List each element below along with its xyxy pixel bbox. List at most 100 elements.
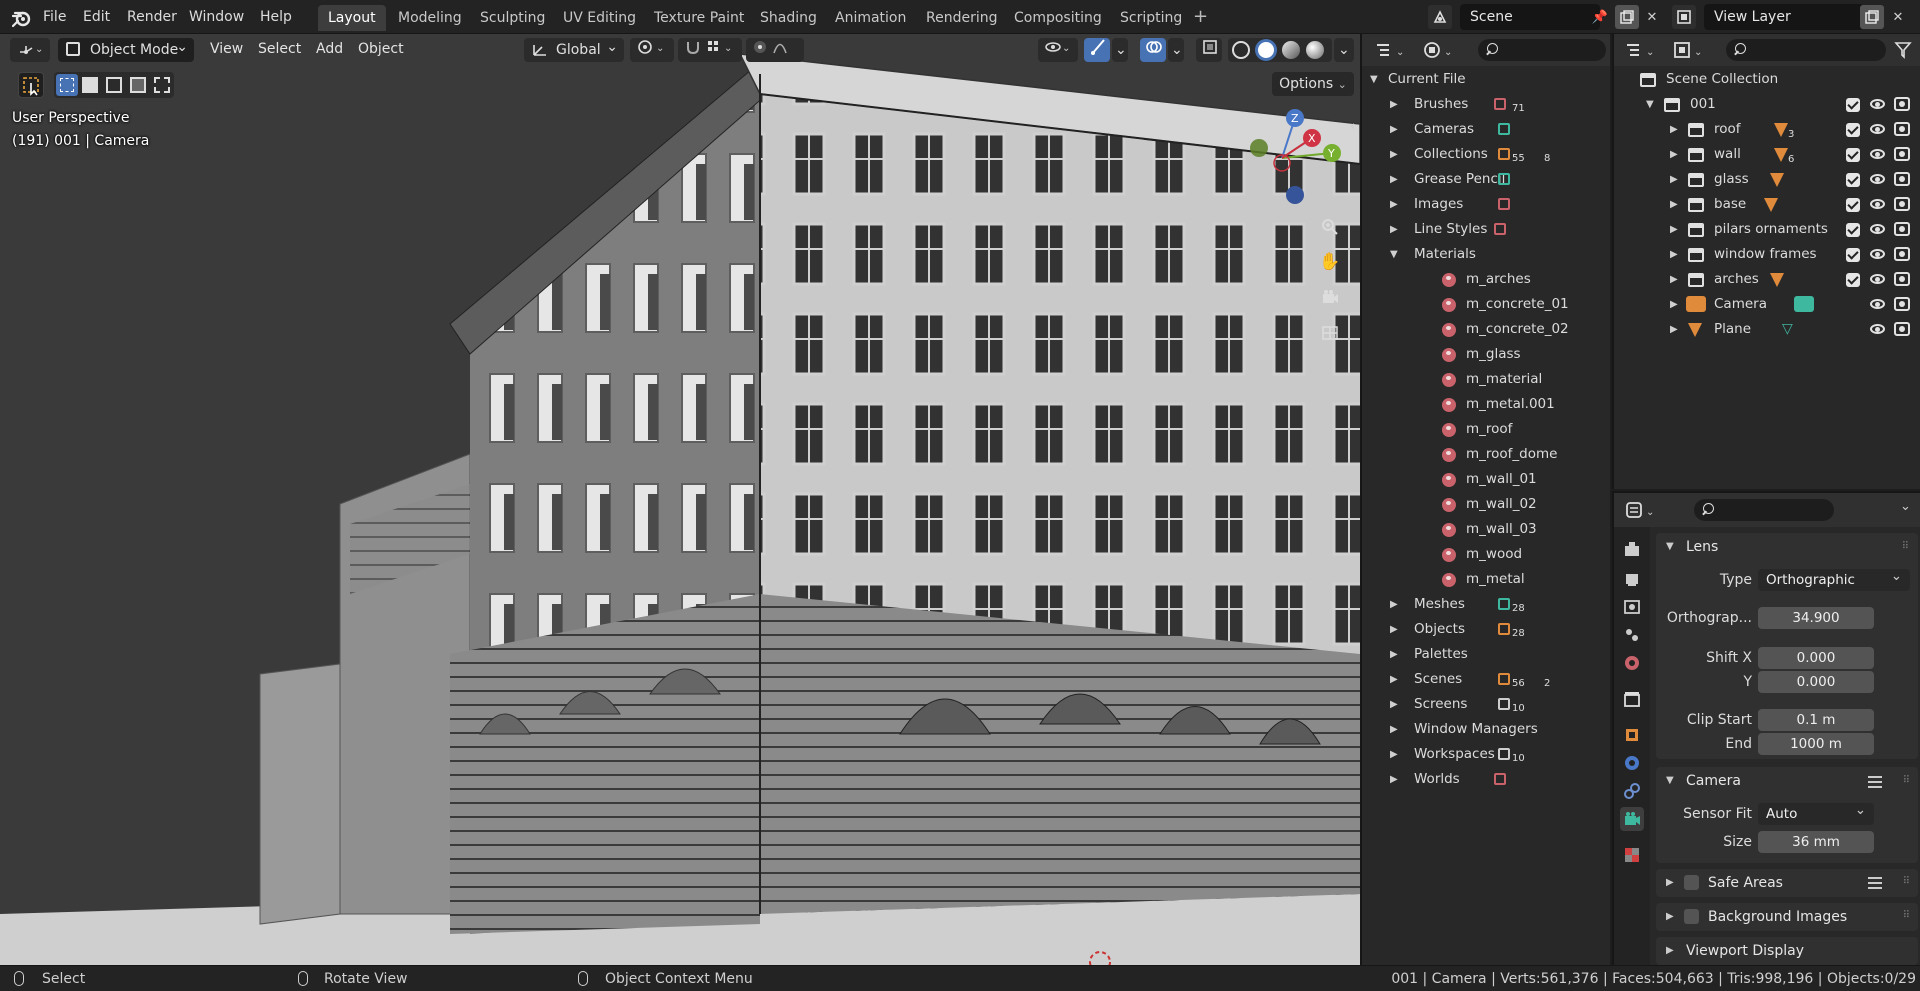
collection-tab-icon[interactable] bbox=[1620, 687, 1644, 711]
menu-edit[interactable]: Edit bbox=[83, 0, 110, 34]
tree-row-line-styles[interactable]: ▶ Line Styles bbox=[1362, 217, 1610, 242]
new-scene-icon[interactable] bbox=[1615, 5, 1639, 29]
drag-handle-icon[interactable]: ⠿ bbox=[1902, 541, 1910, 552]
tree-row-material[interactable]: m_wall_02 bbox=[1362, 492, 1610, 517]
render-camera-icon[interactable] bbox=[1894, 247, 1910, 261]
orientation-dropdown[interactable]: Global ⌄ bbox=[524, 38, 624, 62]
menu-add[interactable]: Add bbox=[316, 34, 343, 64]
chevron-right-icon[interactable]: ▶ bbox=[1670, 142, 1678, 167]
tree-row-workspaces[interactable]: ▶ Workspaces 10 bbox=[1362, 742, 1610, 767]
render-camera-icon[interactable] bbox=[1894, 172, 1910, 186]
eye-icon[interactable] bbox=[1870, 299, 1885, 309]
tab-animation[interactable]: Animation bbox=[825, 5, 916, 31]
toggle-perspective-icon[interactable] bbox=[1315, 317, 1345, 347]
eye-icon[interactable] bbox=[1870, 124, 1885, 134]
menu-file[interactable]: File bbox=[43, 0, 66, 34]
solid-shading-button[interactable] bbox=[1255, 39, 1277, 61]
clip-end-field[interactable]: 1000 m bbox=[1758, 733, 1874, 755]
tree-row-material[interactable]: m_roof_dome bbox=[1362, 442, 1610, 467]
clip-start-field[interactable]: 0.1 m bbox=[1758, 709, 1874, 731]
tab-uv-editing[interactable]: UV Editing bbox=[553, 5, 646, 31]
drag-handle-icon[interactable]: ⠿ bbox=[1903, 775, 1910, 786]
tree-row-meshes[interactable]: ▶ Meshes 28 bbox=[1362, 592, 1610, 617]
chevron-right-icon[interactable]: ▶ bbox=[1390, 142, 1398, 167]
shift-y-field[interactable]: 0.000 bbox=[1758, 671, 1874, 693]
tree-row-collections[interactable]: ▶ Collections 55 8 bbox=[1362, 142, 1610, 167]
lens-type-dropdown[interactable]: Orthographic bbox=[1758, 565, 1910, 591]
tree-row-material[interactable]: m_metal bbox=[1362, 567, 1610, 592]
new-selection-button[interactable] bbox=[56, 74, 78, 96]
tab-shading[interactable]: Shading bbox=[750, 5, 827, 31]
pan-hand-icon[interactable]: ✋ bbox=[1315, 247, 1345, 277]
chevron-down-icon[interactable]: ▼ bbox=[1646, 92, 1654, 117]
tab-layout[interactable]: Layout bbox=[318, 5, 386, 31]
tree-row-material[interactable]: m_arches bbox=[1362, 267, 1610, 292]
3d-viewport[interactable]: ⌄ Object Mode ⌄ View Select Add Object G… bbox=[0, 34, 1360, 965]
chevron-right-icon[interactable]: ▶ bbox=[1670, 117, 1678, 142]
material-shading-icon[interactable] bbox=[1282, 41, 1300, 59]
tree-row-scenes[interactable]: ▶ Scenes 56 2 bbox=[1362, 667, 1610, 692]
zoom-icon[interactable] bbox=[1315, 212, 1345, 242]
tab-texture-paint[interactable]: Texture Paint bbox=[644, 5, 754, 31]
texture-tab-icon[interactable] bbox=[1620, 843, 1644, 867]
editor-type-button[interactable]: ⌄ bbox=[1624, 499, 1664, 521]
eye-icon[interactable] bbox=[1870, 174, 1885, 184]
navigation-gizmo[interactable]: Z X Y bbox=[1242, 108, 1342, 208]
chevron-right-icon[interactable]: ▶ bbox=[1390, 742, 1398, 767]
tree-row-collection-001[interactable]: ▼ 001 bbox=[1614, 92, 1920, 117]
render-camera-icon[interactable] bbox=[1894, 197, 1910, 211]
search-input[interactable] bbox=[1726, 39, 1886, 61]
render-camera-icon[interactable] bbox=[1894, 322, 1910, 336]
menu-render[interactable]: Render bbox=[127, 0, 177, 34]
chevron-right-icon[interactable]: ▶ bbox=[1390, 717, 1398, 742]
render-tab-icon[interactable] bbox=[1620, 567, 1644, 591]
chevron-right-icon[interactable]: ▶ bbox=[1390, 667, 1398, 692]
view-layer-tab-icon[interactable] bbox=[1620, 623, 1644, 647]
tree-row-material[interactable]: m_roof bbox=[1362, 417, 1610, 442]
chevron-right-icon[interactable]: ▶ bbox=[1390, 767, 1398, 792]
tree-row-materials[interactable]: ▼ Materials bbox=[1362, 242, 1610, 267]
menu-view[interactable]: View bbox=[210, 34, 243, 64]
wireframe-shading-icon[interactable] bbox=[1232, 41, 1250, 59]
eye-icon[interactable] bbox=[1870, 99, 1885, 109]
tree-row-images[interactable]: ▶ Images bbox=[1362, 192, 1610, 217]
exclude-checkbox[interactable] bbox=[1846, 198, 1860, 212]
eye-icon[interactable] bbox=[1870, 224, 1885, 234]
chevron-down-icon[interactable]: ▼ bbox=[1390, 242, 1398, 267]
blender-logo-icon[interactable] bbox=[11, 7, 32, 28]
chevron-right-icon[interactable]: ▶ bbox=[1390, 117, 1398, 142]
tree-row-objects[interactable]: ▶ Objects 28 bbox=[1362, 617, 1610, 642]
chevron-right-icon[interactable]: ▶ bbox=[1390, 167, 1398, 192]
physics-tab-icon[interactable] bbox=[1620, 751, 1644, 775]
exclude-checkbox[interactable] bbox=[1846, 98, 1860, 112]
tree-row-brushes[interactable]: ▶ Brushes 71 bbox=[1362, 92, 1610, 117]
chevron-right-icon[interactable]: ▶ bbox=[1390, 642, 1398, 667]
chevron-right-icon[interactable]: ▶ bbox=[1670, 317, 1678, 342]
tree-row-cameras[interactable]: ▶ Cameras bbox=[1362, 117, 1610, 142]
drag-handle-icon[interactable]: ⠿ bbox=[1903, 876, 1910, 887]
visibility-button[interactable]: ⌄ bbox=[1038, 38, 1078, 62]
chevron-right-icon[interactable]: ▶ bbox=[1670, 292, 1678, 317]
rendered-shading-icon[interactable] bbox=[1306, 41, 1324, 59]
eye-icon[interactable] bbox=[1870, 324, 1885, 334]
chevron-right-icon[interactable]: ▶ bbox=[1670, 217, 1678, 242]
camera-data-tab-icon[interactable] bbox=[1620, 807, 1644, 831]
safe-areas-checkbox[interactable] bbox=[1684, 875, 1699, 890]
tree-row-material[interactable]: m_concrete_02 bbox=[1362, 317, 1610, 342]
tree-row-grease-pencil[interactable]: ▶ Grease Pencil bbox=[1362, 167, 1610, 192]
presets-icon[interactable] bbox=[1868, 877, 1882, 889]
chevron-right-icon[interactable]: ▶ bbox=[1670, 167, 1678, 192]
tab-rendering[interactable]: Rendering bbox=[916, 5, 1008, 31]
tree-row-scene-collection[interactable]: Scene Collection bbox=[1614, 67, 1920, 92]
exclude-checkbox[interactable] bbox=[1846, 223, 1860, 237]
sidebar-toggle-icon[interactable]: ‹ bbox=[1350, 119, 1355, 134]
render-camera-icon[interactable] bbox=[1894, 122, 1910, 136]
lens-panel-header[interactable]: ▼ Lens bbox=[1656, 533, 1918, 561]
background-images-checkbox[interactable] bbox=[1684, 909, 1699, 924]
tree-row-palettes[interactable]: ▶ Palettes bbox=[1362, 642, 1610, 667]
chevron-right-icon[interactable]: ▶ bbox=[1670, 267, 1678, 292]
chevron-right-icon[interactable]: ▶ bbox=[1390, 592, 1398, 617]
editor-type-button[interactable]: ⌄ bbox=[10, 38, 50, 62]
tree-row-camera[interactable]: ▶ Camera bbox=[1614, 292, 1920, 317]
tree-row-material[interactable]: m_glass bbox=[1362, 342, 1610, 367]
